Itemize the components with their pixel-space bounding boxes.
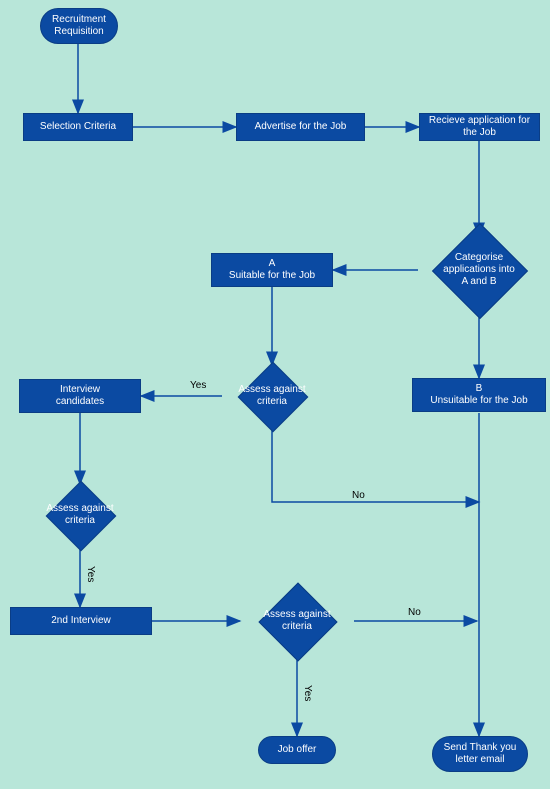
node-label: Send Thank youletter email <box>444 742 517 766</box>
node-label: Interviewcandidates <box>56 384 104 408</box>
node-start: Recruitment Requisition <box>40 8 118 44</box>
node-suitable: ASuitable for the Job <box>211 253 333 287</box>
node-label: Advertise for the Job <box>255 121 347 133</box>
edge-label-yes: Yes <box>85 566 96 582</box>
node-interview-candidates: Interviewcandidates <box>19 379 141 413</box>
node-label: 2nd Interview <box>51 615 110 627</box>
node-second-interview: 2nd Interview <box>10 607 152 635</box>
node-advertise: Advertise for the Job <box>236 113 365 141</box>
node-send-thank-you: Send Thank youletter email <box>432 736 528 772</box>
node-receive-applications: Recieve application for the Job <box>419 113 540 141</box>
edge-label-yes: Yes <box>302 685 313 701</box>
node-unsuitable: BUnsuitable for the Job <box>412 378 546 412</box>
node-label: Recruitment Requisition <box>45 14 113 38</box>
edge-label-yes: Yes <box>190 380 206 391</box>
node-label: Job offer <box>278 744 317 756</box>
node-label: Recieve application for the Job <box>422 115 537 139</box>
node-label: BUnsuitable for the Job <box>430 383 527 407</box>
edge-label-no: No <box>408 607 421 618</box>
edge-label-no: No <box>352 490 365 501</box>
flowchart-canvas: Recruitment Requisition Selection Criter… <box>0 0 550 789</box>
node-selection-criteria: Selection Criteria <box>23 113 133 141</box>
node-label: Selection Criteria <box>40 121 116 133</box>
node-job-offer: Job offer <box>258 736 336 764</box>
node-label: ASuitable for the Job <box>229 258 315 282</box>
